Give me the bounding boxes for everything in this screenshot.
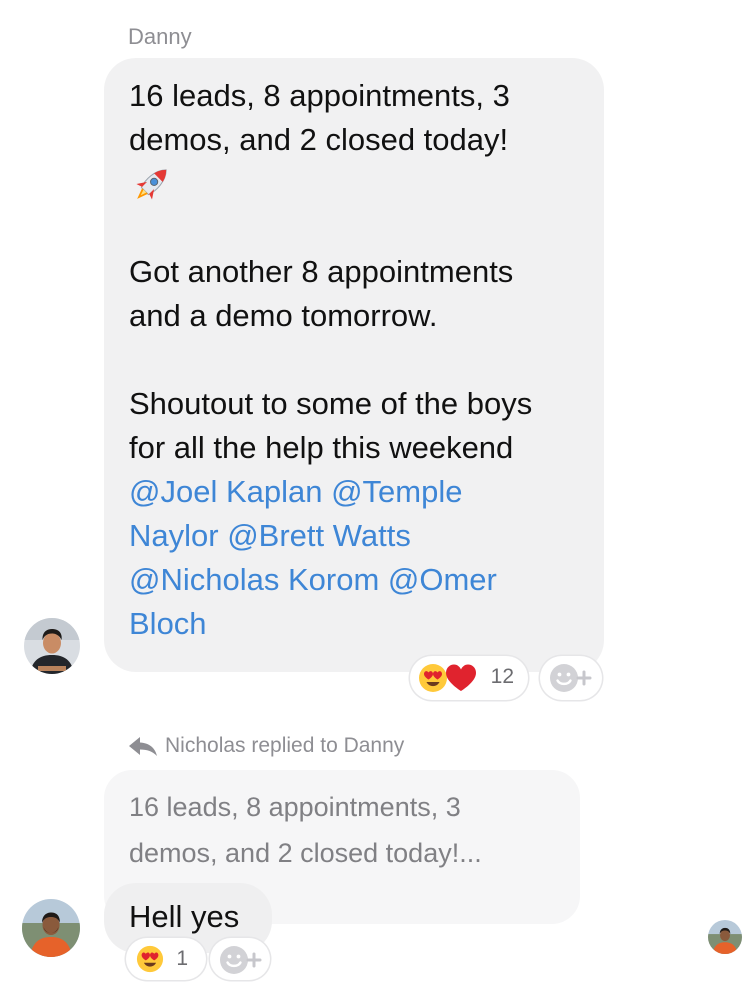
read-receipt-avatar [708,920,742,954]
reaction-count: 12 [490,665,514,688]
mention-link[interactable]: Naylor @Brett Watts [129,514,580,558]
reply-arrow-icon [129,737,157,756]
message-text-line: 16 leads, 8 appointments, 3 [129,78,510,113]
mention-link[interactable]: @Nicholas Korom @Omer [129,558,580,602]
mention-link[interactable]: @Joel Kaplan @Temple [129,470,580,514]
message-text-line: for all the help this weekend [129,430,514,465]
message-text-line: demos, and 2 closed today! [129,122,509,157]
reply-header-text: Nicholas replied to Danny [165,734,405,757]
reply-reactions-pill[interactable]: 1 [126,938,206,980]
quoted-text-line: 16 leads, 8 appointments, 3 [129,792,461,822]
avatar-danny[interactable] [24,618,80,674]
reactions-pill[interactable]: 12 [410,656,528,700]
message-text-line: Got another 8 appointments [129,254,514,289]
reply-text: Hell yes [129,899,240,934]
add-reaction-button[interactable] [210,938,270,980]
rocket-icon [129,162,175,206]
add-reaction-button[interactable] [540,656,602,700]
message-text-line: Shoutout to some of the boys [129,386,533,421]
reaction-count: 1 [176,947,188,970]
mention-link[interactable]: Bloch [129,602,580,646]
avatar-nicholas[interactable] [22,899,80,957]
heart-eyes-icon [136,945,164,978]
quoted-text-line: demos, and 2 closed today!... [129,838,482,868]
message-text-line: and a demo tomorrow. [129,298,438,333]
red-heart-icon [444,663,478,698]
sender-name: Danny [128,24,192,49]
message-bubble[interactable]: 16 leads, 8 appointments, 3 demos, and 2… [104,58,604,672]
